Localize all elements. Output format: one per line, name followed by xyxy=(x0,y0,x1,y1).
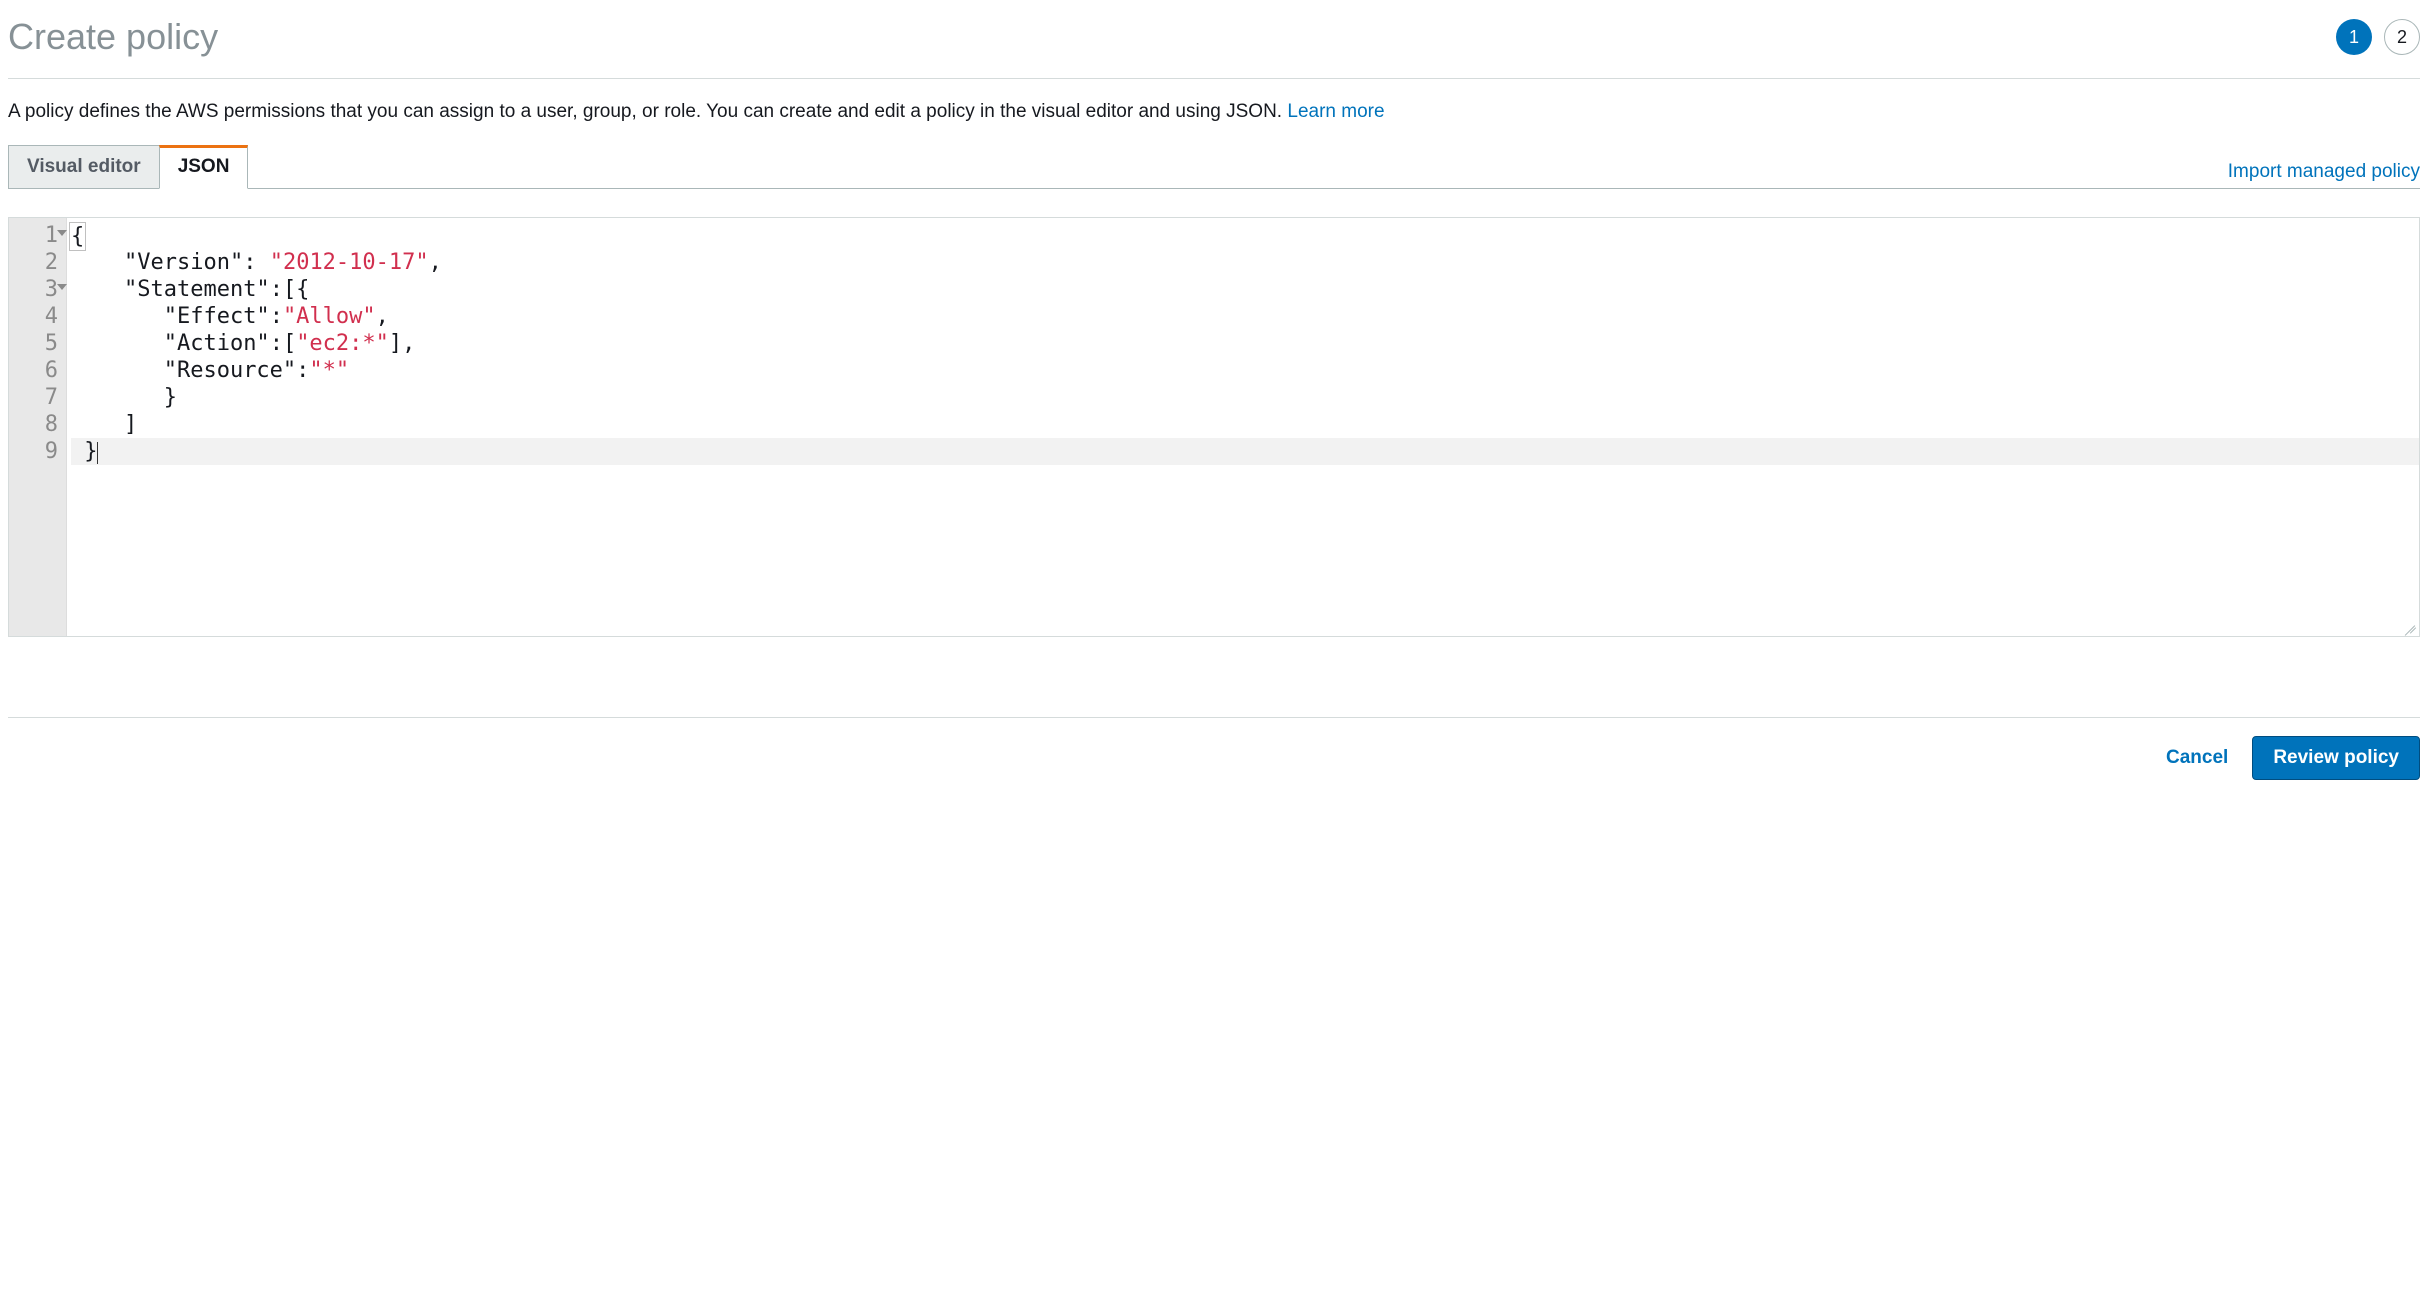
cancel-button[interactable]: Cancel xyxy=(2166,747,2228,769)
code-line: ] xyxy=(71,411,2419,438)
line-number: 4 xyxy=(9,303,66,330)
line-number: 1 xyxy=(9,222,66,249)
code-line: } xyxy=(71,384,2419,411)
resize-handle-icon[interactable] xyxy=(2403,620,2417,634)
page-title: Create policy xyxy=(8,16,218,58)
code-line: "Version": "2012-10-17", xyxy=(71,249,2419,276)
tabs-underline xyxy=(8,188,2420,189)
code-line: { xyxy=(71,222,2419,249)
code-line: "Action":["ec2:*"], xyxy=(71,330,2419,357)
tab-json[interactable]: JSON xyxy=(159,145,249,189)
description-text: A policy defines the AWS permissions tha… xyxy=(8,101,1287,122)
code-area[interactable]: { "Version": "2012-10-17", "Statement":[… xyxy=(67,218,2419,636)
footer: Cancel Review policy xyxy=(8,717,2420,780)
wizard-steps: 1 2 xyxy=(2336,19,2420,55)
fold-icon[interactable] xyxy=(57,284,67,290)
code-line: "Effect":"Allow", xyxy=(71,303,2419,330)
header: Create policy 1 2 xyxy=(8,8,2420,78)
cursor-icon xyxy=(97,442,98,464)
line-number: 2 xyxy=(9,249,66,276)
tabs-row: Visual editor JSON Import managed policy xyxy=(8,145,2420,189)
line-number: 6 xyxy=(9,357,66,384)
step-1[interactable]: 1 xyxy=(2336,19,2372,55)
line-number: 3 xyxy=(9,276,66,303)
learn-more-link[interactable]: Learn more xyxy=(1287,101,1384,122)
line-number: 7 xyxy=(9,384,66,411)
step-2[interactable]: 2 xyxy=(2384,19,2420,55)
line-number: 5 xyxy=(9,330,66,357)
code-line: } xyxy=(71,438,2419,465)
tab-visual-editor[interactable]: Visual editor xyxy=(8,145,160,189)
line-number: 9 xyxy=(9,438,66,465)
import-managed-policy-link[interactable]: Import managed policy xyxy=(2228,161,2420,189)
line-gutter: 1 2 3 4 5 6 7 8 9 xyxy=(9,218,67,636)
code-line: "Statement":[{ xyxy=(71,276,2419,303)
code-line: "Resource":"*" xyxy=(71,357,2419,384)
review-policy-button[interactable]: Review policy xyxy=(2252,736,2420,780)
tabs: Visual editor JSON xyxy=(8,145,248,189)
line-number: 8 xyxy=(9,411,66,438)
json-editor[interactable]: 1 2 3 4 5 6 7 8 9 { "Version": "2012-10-… xyxy=(8,217,2420,637)
policy-description: A policy defines the AWS permissions tha… xyxy=(8,79,2420,145)
fold-icon[interactable] xyxy=(57,230,67,236)
